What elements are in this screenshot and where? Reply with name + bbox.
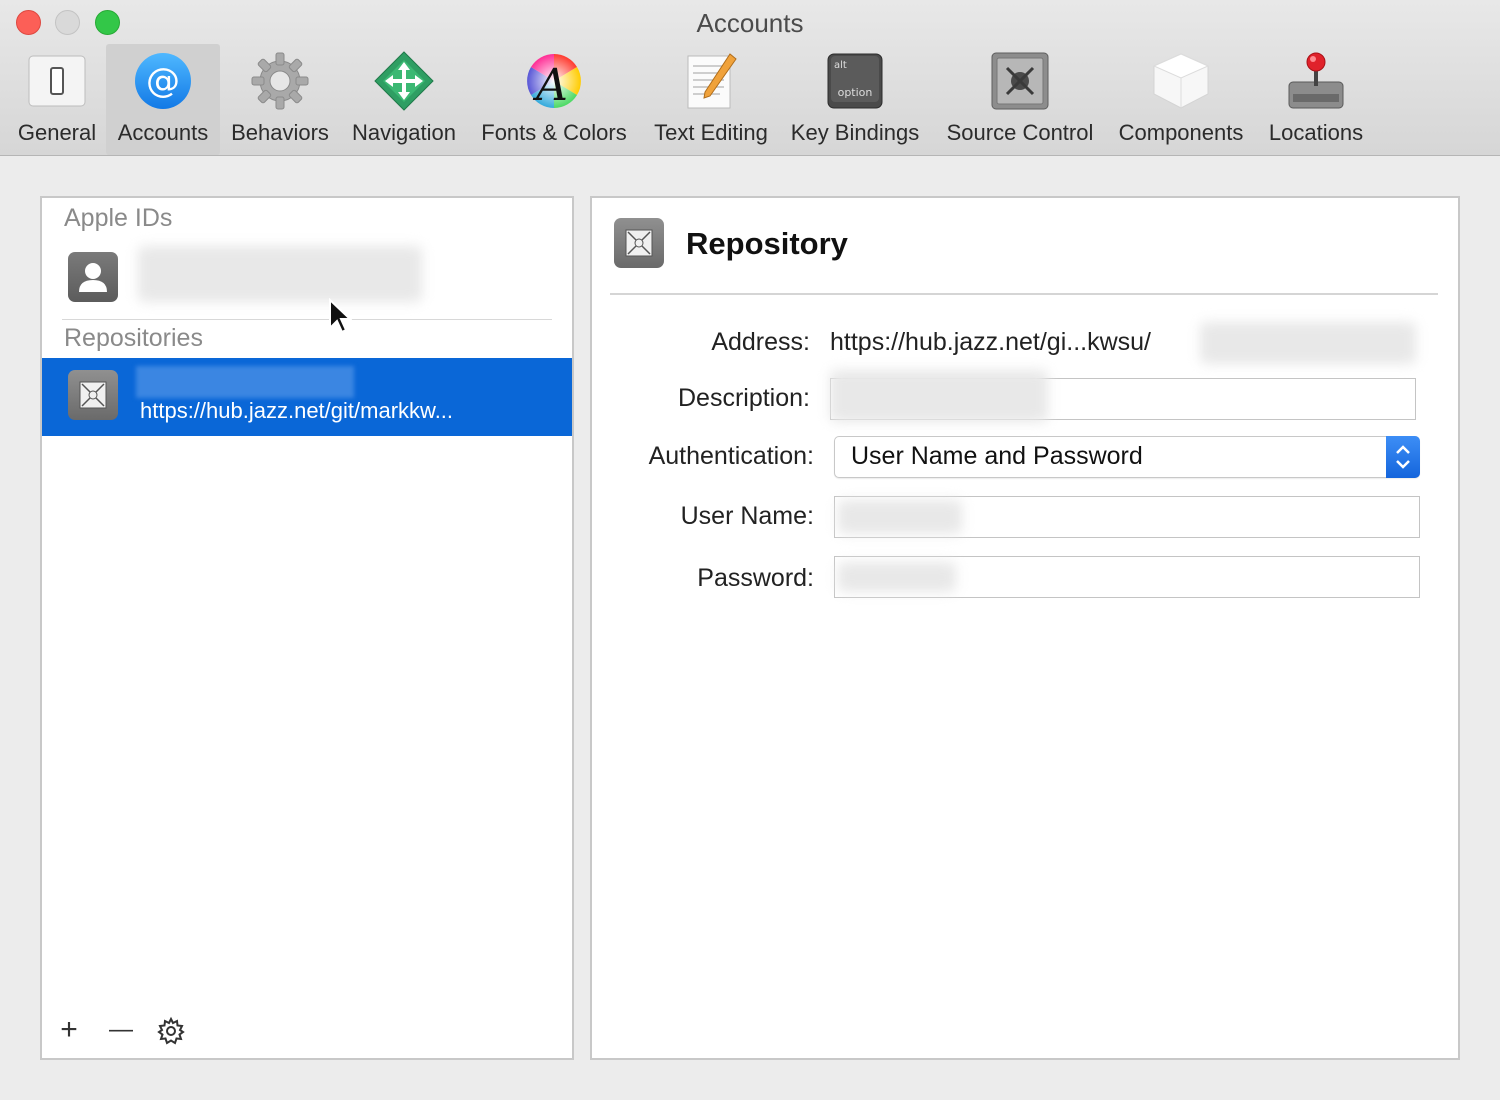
tab-accounts[interactable]: @ Accounts [106, 44, 220, 155]
at-sign-icon: @ [135, 53, 191, 109]
address-label: Address: [711, 328, 810, 356]
username-redacted [838, 500, 962, 534]
navigation-arrows-icon [374, 51, 434, 111]
authentication-label: Authentication: [648, 442, 814, 470]
svg-text:alt: alt [834, 60, 847, 71]
mouse-cursor-icon [329, 298, 352, 334]
tab-key-bindings[interactable]: alt option Key Bindings [782, 44, 928, 155]
svg-text:option: option [838, 86, 873, 99]
detail-title: Repository [686, 226, 848, 261]
description-redacted [830, 370, 1048, 422]
person-icon [68, 252, 118, 302]
apple-id-redacted [138, 246, 422, 302]
option-key-icon: alt option [827, 53, 883, 109]
tab-behaviors[interactable]: Behaviors [222, 44, 338, 155]
window-title: Accounts [696, 8, 804, 38]
svg-text:@: @ [146, 61, 180, 101]
tab-general[interactable]: General [8, 44, 106, 155]
detail-divider [610, 293, 1438, 295]
repository-detail-panel: Repository Address: https://hub.jazz.net… [590, 196, 1460, 1060]
chevron-up-down-icon [1386, 436, 1420, 478]
preferences-toolbar: General @ Accounts Behaviors Navigation … [0, 44, 1500, 156]
repository-row-selected[interactable]: https://hub.jazz.net/git/markkw... [42, 358, 572, 436]
tab-components[interactable]: Components [1108, 44, 1254, 155]
font-color-wheel-icon: A [527, 54, 581, 111]
repositories-heading: Repositories [64, 324, 203, 352]
remove-account-button[interactable]: — [106, 1016, 136, 1046]
apple-ids-heading: Apple IDs [64, 204, 173, 232]
repository-icon [614, 218, 664, 268]
description-label: Description: [678, 384, 810, 412]
account-options-button[interactable] [156, 1016, 186, 1046]
gear-icon [157, 1016, 185, 1045]
gear-icon [251, 52, 309, 110]
tab-source-control[interactable]: Source Control [934, 44, 1106, 155]
repository-name-redacted [136, 366, 354, 398]
username-label: User Name: [680, 502, 814, 530]
title-bar: Accounts General @ Accounts Behaviors Na… [0, 0, 1500, 156]
notepad-pencil-icon [687, 53, 737, 109]
password-label: Password: [697, 564, 814, 592]
tab-navigation[interactable]: Navigation [342, 44, 466, 155]
accounts-list-panel: Apple IDs Repositories https://hub.jazz.… [40, 196, 574, 1060]
tab-fonts-colors[interactable]: A Fonts & Colors [472, 44, 636, 155]
general-icon [28, 55, 86, 107]
repository-icon [68, 370, 118, 420]
authentication-value: User Name and Password [851, 442, 1143, 470]
password-redacted [838, 562, 956, 592]
section-divider [62, 319, 552, 320]
safe-icon [991, 52, 1049, 110]
address-redacted [1200, 322, 1416, 364]
tab-locations[interactable]: Locations [1258, 44, 1374, 155]
svg-text:A: A [532, 60, 568, 111]
address-value: https://hub.jazz.net/gi...kwsu/ [830, 328, 1151, 356]
authentication-select[interactable]: User Name and Password [834, 436, 1420, 478]
repository-url: https://hub.jazz.net/git/markkw... [140, 398, 454, 423]
add-account-button[interactable]: + [54, 1015, 84, 1046]
tab-text-editing[interactable]: Text Editing [642, 44, 780, 155]
component-box-icon [1152, 53, 1210, 109]
joystick-drive-icon [1288, 52, 1344, 109]
